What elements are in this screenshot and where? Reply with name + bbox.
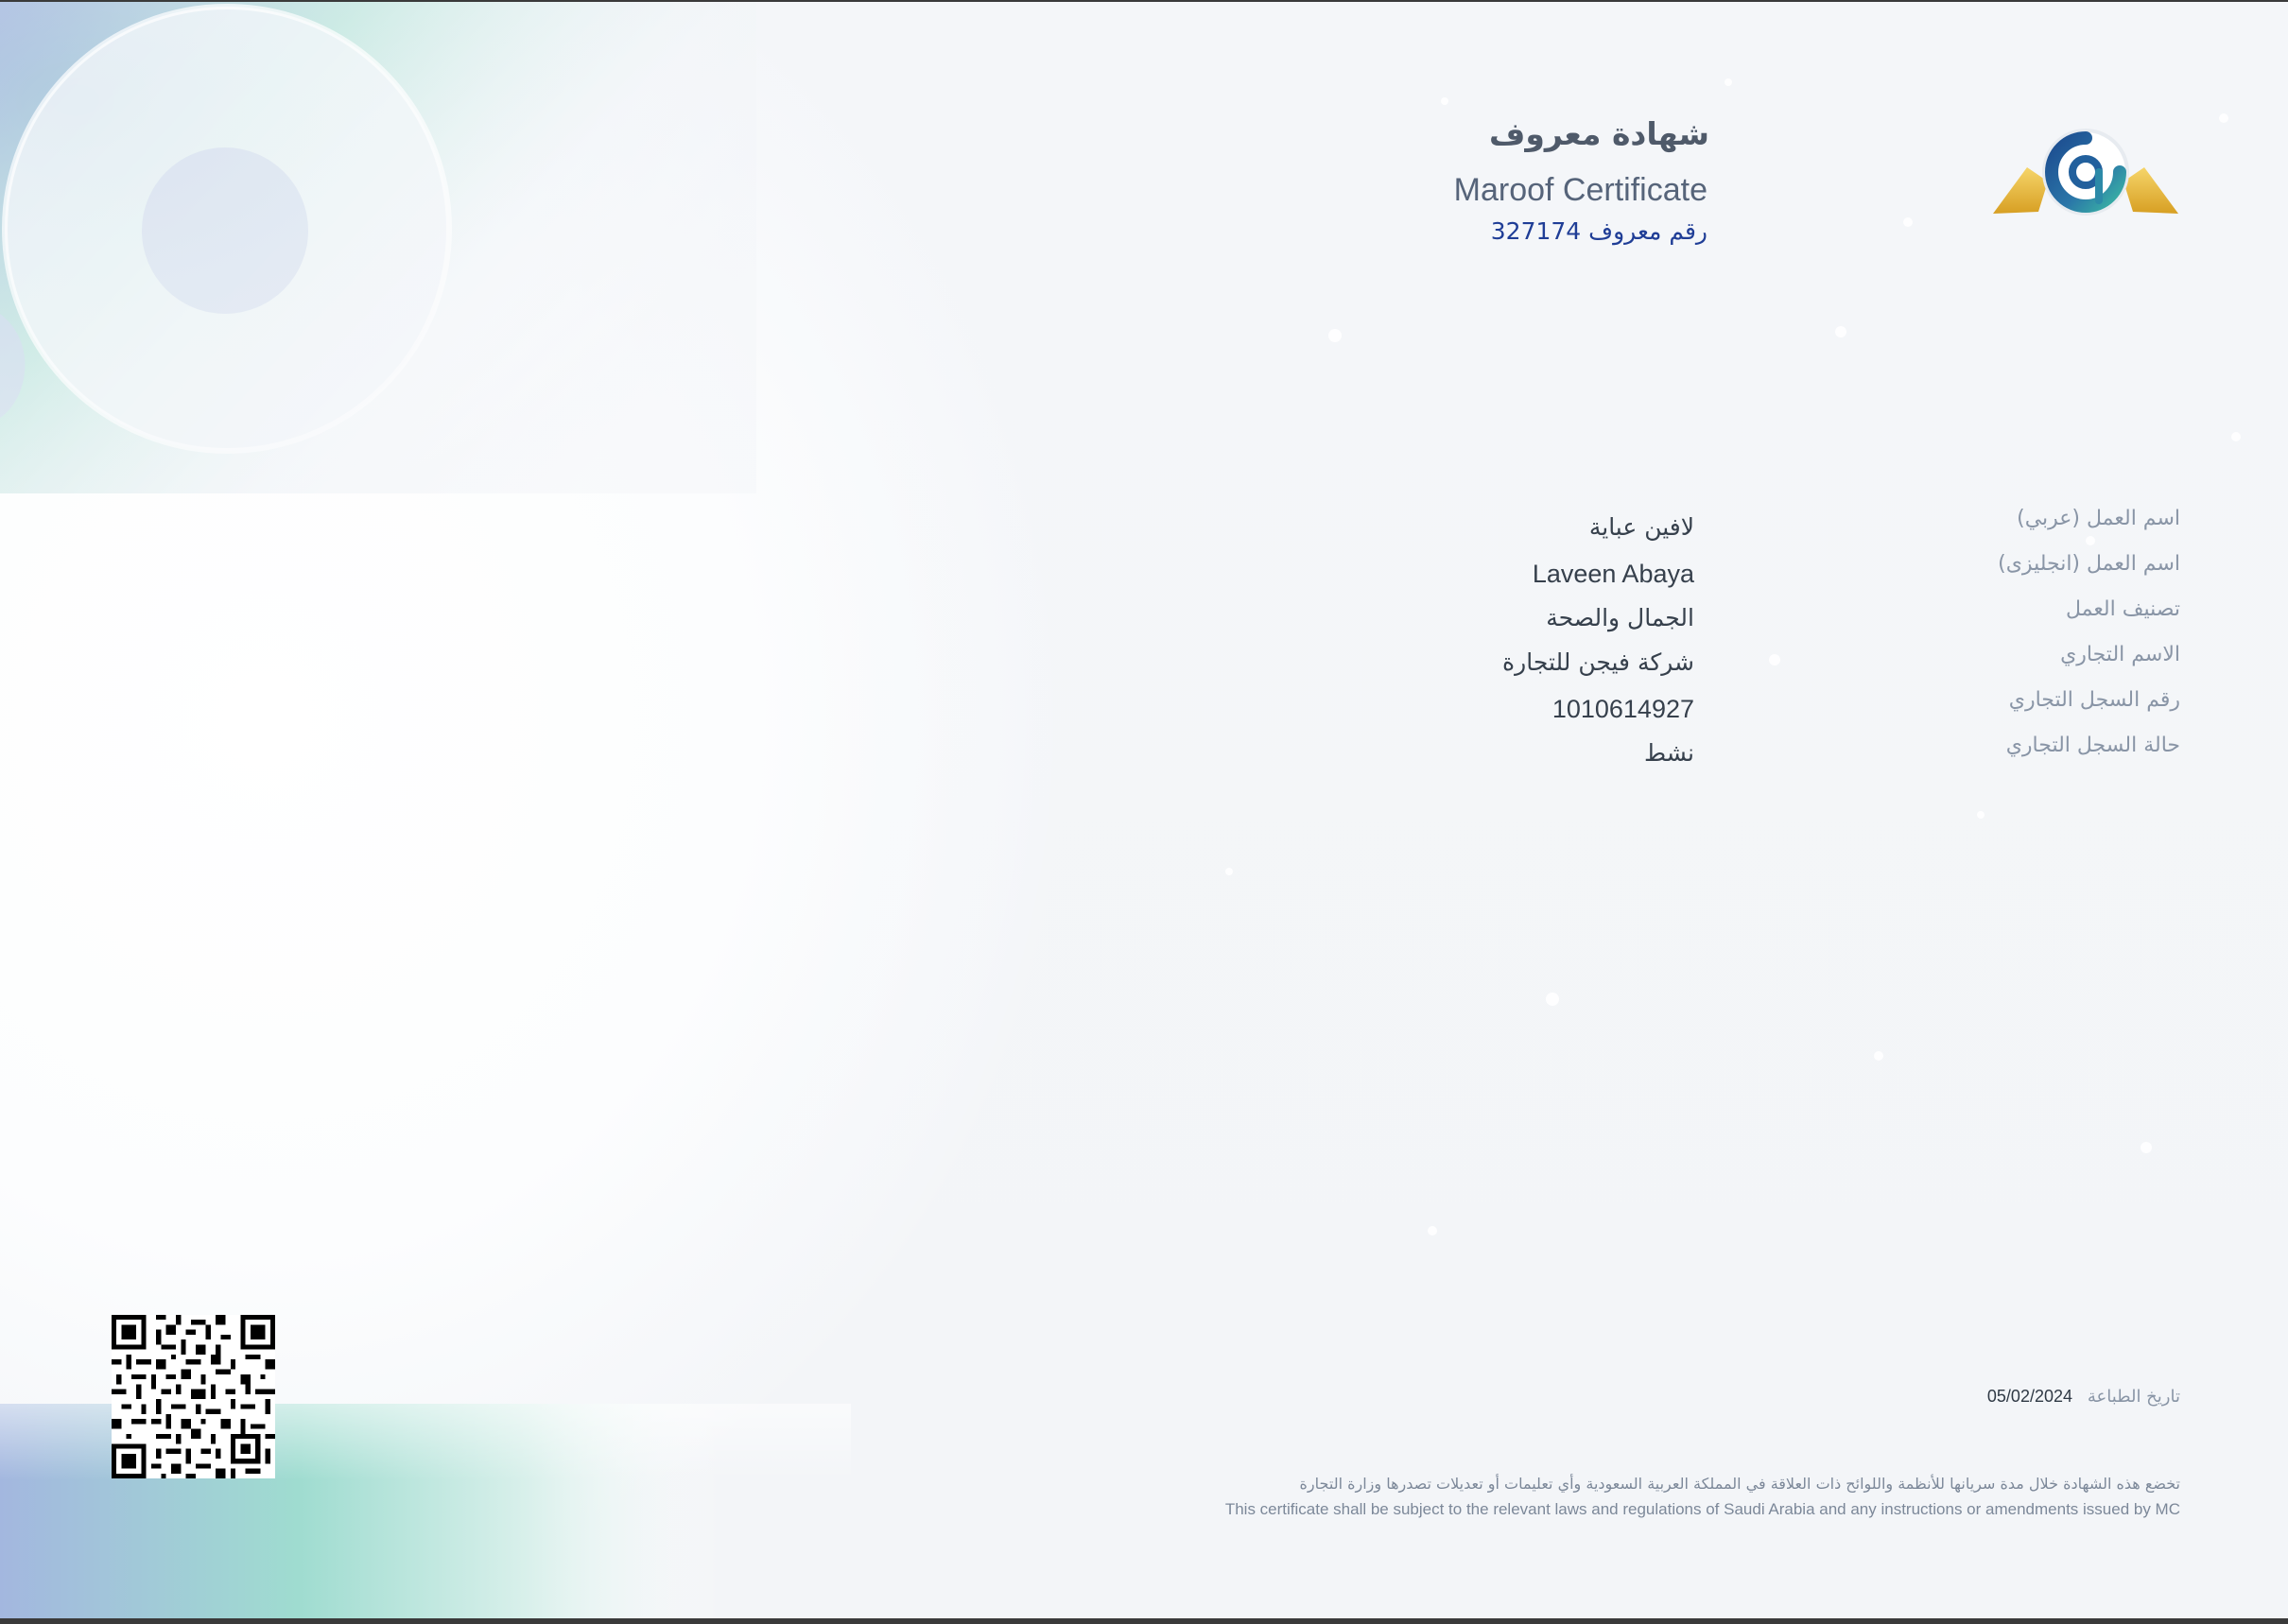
label-business-name-ar: اسم العمل (عربي) — [2017, 507, 2180, 530]
disclaimer-ar: تخضع هذه الشهادة خلال مدة سريانها للأنظم… — [1299, 1475, 2180, 1493]
value-trade-name: شركة فيجن للتجارة — [1502, 648, 1694, 676]
maroof-number: رقم معروف 327174 — [1140, 217, 1707, 245]
value-business-category: الجمال والصحة — [1546, 604, 1694, 631]
certificate-page: شهادة معروف Maroof Certificate رقم معروف… — [0, 0, 2288, 1624]
value-cr-number: 1010614927 — [1551, 695, 1694, 723]
print-date-value: 05/02/2024 — [1986, 1387, 2072, 1406]
certificate-title-ar: شهادة معروف — [1489, 115, 1709, 152]
maroof-logo-icon — [1993, 129, 2178, 216]
disclaimer-en: This certificate shall be subject to the… — [1224, 1500, 2180, 1518]
label-cr-number: رقم السجل التجاري — [2008, 688, 2180, 712]
label-trade-name: الاسم التجاري — [2060, 643, 2180, 666]
certificate-title-en: Maroof Certificate — [1453, 172, 1707, 208]
value-business-name-en: Laveen Abaya — [1532, 560, 1694, 588]
value-cr-status: نشط — [1644, 739, 1694, 767]
background-sparkles — [1225, 78, 2241, 1235]
maroof-number-label: رقم معروف — [1588, 217, 1707, 245]
label-business-category: تصنيف العمل — [2065, 597, 2180, 621]
label-business-name-en: اسم العمل (انجليزى) — [1998, 552, 2180, 576]
maroof-number-value: 327174 — [1490, 217, 1582, 245]
value-business-name-ar: لافين عباية — [1588, 513, 1694, 541]
label-cr-status: حالة السجل التجاري — [2005, 734, 2180, 757]
qr-code-icon[interactable] — [112, 1315, 275, 1478]
